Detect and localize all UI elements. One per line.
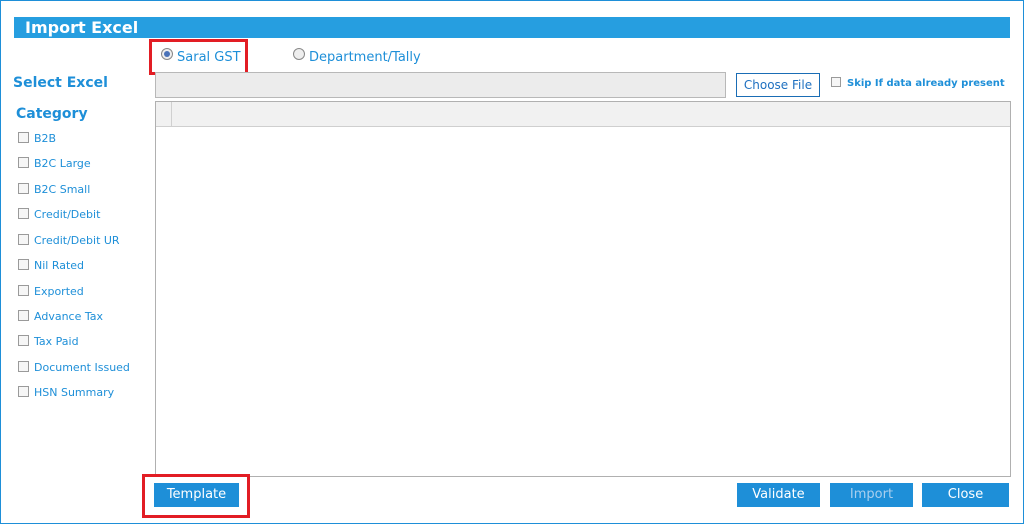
- category-item-credit-debit[interactable]: Credit/Debit: [18, 208, 100, 223]
- checkbox-icon[interactable]: [18, 335, 29, 346]
- category-item-nil-rated[interactable]: Nil Rated: [18, 259, 84, 274]
- category-label: B2C Small: [34, 183, 91, 196]
- category-item-b2c-small[interactable]: B2C Small: [18, 183, 90, 198]
- category-item-credit-debit-ur[interactable]: Credit/Debit UR: [18, 234, 120, 249]
- file-path-field[interactable]: [155, 72, 726, 98]
- category-label: Credit/Debit UR: [34, 234, 120, 247]
- category-label: B2B: [34, 132, 57, 145]
- category-label: Nil Rated: [34, 259, 85, 272]
- category-item-b2b[interactable]: B2B: [18, 132, 56, 147]
- checkbox-icon[interactable]: [18, 157, 29, 168]
- category-item-document-issued[interactable]: Document Issued: [18, 361, 130, 376]
- radio-unselected-icon[interactable]: [293, 48, 305, 60]
- category-label: Tax Paid: [34, 335, 79, 348]
- category-label: B2C Large: [34, 157, 91, 170]
- highlight-box-template: [142, 474, 250, 518]
- checkbox-icon[interactable]: [18, 132, 29, 143]
- choose-file-button[interactable]: Choose File: [736, 73, 820, 97]
- grid-header-cell: [156, 102, 172, 126]
- checkbox-icon[interactable]: [18, 310, 29, 321]
- checkbox-icon[interactable]: [18, 285, 29, 296]
- grid-header: [156, 102, 1010, 127]
- category-item-tax-paid[interactable]: Tax Paid: [18, 335, 79, 350]
- category-label: Document Issued: [34, 361, 130, 374]
- checkbox-icon[interactable]: [18, 386, 29, 397]
- dialog-title: Import Excel: [25, 18, 139, 37]
- checkbox-icon[interactable]: [18, 259, 29, 270]
- checkbox-icon[interactable]: [18, 361, 29, 372]
- select-excel-label: Select Excel: [13, 75, 108, 91]
- checkbox-icon[interactable]: [18, 183, 29, 194]
- radio-department-tally[interactable]: Department/Tally: [293, 48, 421, 65]
- category-item-hsn-summary[interactable]: HSN Summary: [18, 386, 114, 401]
- category-item-exported[interactable]: Exported: [18, 285, 84, 300]
- checkbox-icon[interactable]: [18, 208, 29, 219]
- skip-existing-option[interactable]: Skip If data already present: [831, 77, 1005, 89]
- checkbox-icon[interactable]: [18, 234, 29, 245]
- category-item-advance-tax[interactable]: Advance Tax: [18, 310, 103, 325]
- close-button[interactable]: Close: [922, 483, 1009, 507]
- category-label: Advance Tax: [34, 310, 103, 323]
- validate-button[interactable]: Validate: [737, 483, 820, 507]
- highlight-box-source: [149, 39, 248, 75]
- title-bar: Import Excel: [14, 17, 1010, 38]
- import-button[interactable]: Import: [830, 483, 913, 507]
- skip-label: Skip If data already present: [847, 78, 1005, 89]
- category-item-b2c-large[interactable]: B2C Large: [18, 157, 91, 172]
- category-heading: Category: [16, 106, 88, 122]
- radio-department-tally-label: Department/Tally: [309, 50, 421, 65]
- data-grid[interactable]: [155, 101, 1011, 477]
- skip-checkbox[interactable]: [831, 77, 841, 87]
- category-label: Exported: [34, 285, 84, 298]
- category-label: Credit/Debit: [34, 208, 101, 221]
- category-label: HSN Summary: [34, 386, 115, 399]
